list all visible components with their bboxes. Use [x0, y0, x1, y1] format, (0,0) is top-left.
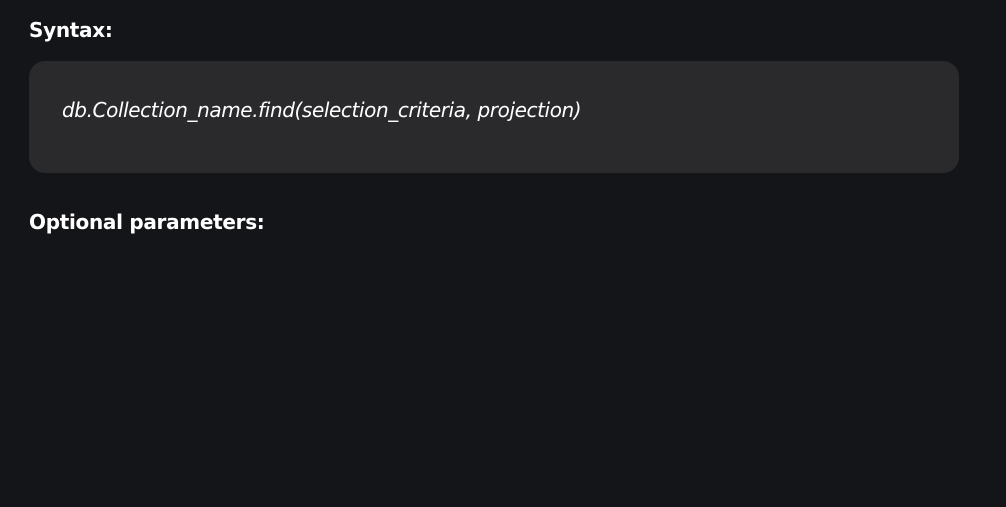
- optional-parameters-heading: Optional parameters:: [29, 210, 265, 234]
- page: Syntax: db.Collection_name.find(selectio…: [0, 0, 1006, 507]
- code-snippet: db.Collection_name.find(selection_criter…: [62, 98, 582, 122]
- syntax-heading: Syntax:: [29, 18, 113, 42]
- code-block: db.Collection_name.find(selection_criter…: [29, 61, 959, 173]
